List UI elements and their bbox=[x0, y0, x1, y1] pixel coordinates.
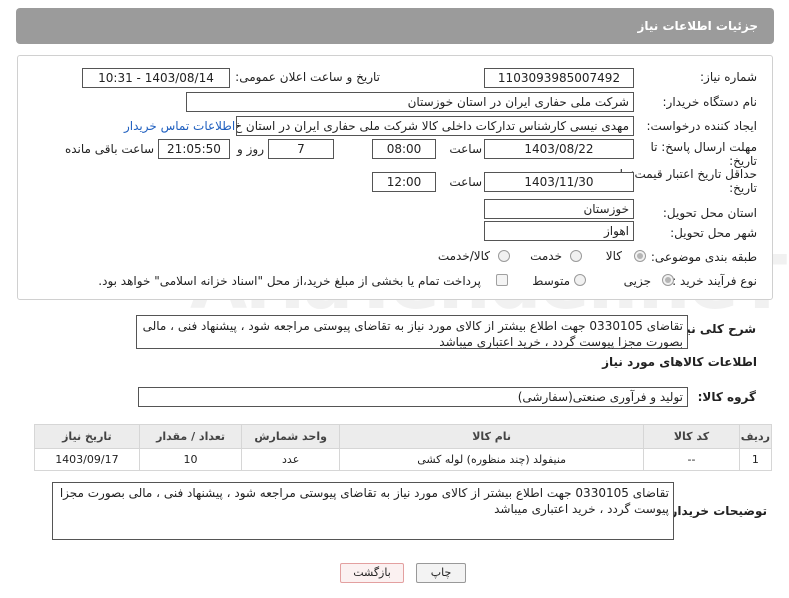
category-service-label: خدمت bbox=[530, 249, 562, 263]
delivery-province-label: استان محل تحویل: bbox=[662, 206, 757, 220]
category-both-radio[interactable] bbox=[498, 250, 510, 262]
goods-group-field: تولید و فرآوری صنعتی(سفارشی) bbox=[138, 387, 688, 407]
buyer-notes-label: توضیحات خریدار: bbox=[665, 504, 767, 518]
col-date: تاریخ نیاز bbox=[34, 424, 140, 449]
category-goods-radio[interactable] bbox=[634, 250, 646, 262]
category-both-label: کالا/خدمت bbox=[437, 249, 490, 263]
buyer-notes-text: تقاضای 0330105 جهت اطلاع بیشتر از کالای … bbox=[52, 482, 674, 540]
goods-group-label: گروه کالا: bbox=[697, 390, 756, 404]
page-header: جزئیات اطلاعات نیاز bbox=[16, 8, 774, 44]
requester-label: ایجاد کننده درخواست: bbox=[646, 119, 757, 133]
page-title: جزئیات اطلاعات نیاز bbox=[637, 19, 758, 33]
price-validity-date: 1403/11/30 bbox=[484, 172, 634, 192]
remaining-days: 7 bbox=[268, 139, 334, 159]
reply-time-label: ساعت bbox=[449, 142, 482, 156]
announce-datetime-label: تاریخ و ساعت اعلان عمومی: bbox=[235, 70, 380, 84]
need-number-field: 1103093985007492 bbox=[484, 68, 634, 88]
reply-deadline-date: 1403/08/22 bbox=[484, 139, 634, 159]
purchase-medium-label: متوسط bbox=[532, 274, 570, 288]
cell-unit: عدد bbox=[241, 448, 340, 471]
treasury-bond-checkbox[interactable] bbox=[496, 274, 508, 286]
delivery-province-field: خوزستان bbox=[484, 199, 634, 219]
purchase-minor-label: جزیی bbox=[623, 274, 651, 288]
announce-datetime-field: 1403/08/14 - 10:31 bbox=[82, 68, 230, 88]
days-label: روز و bbox=[237, 142, 264, 156]
treasury-bond-text: پرداخت تمام یا بخشی از مبلغ خرید،از محل … bbox=[98, 274, 481, 288]
requester-field: مهدی نیسی کارشناس تدارکات داخلی کالا شرک… bbox=[236, 116, 634, 136]
cell-qty: 10 bbox=[138, 448, 243, 471]
price-time-label: ساعت bbox=[449, 175, 482, 189]
purchase-type-label: نوع فرآیند خرید : bbox=[672, 274, 757, 288]
buyer-contact-link[interactable]: اطلاعات تماس خریدار bbox=[124, 119, 235, 133]
table-row: 1 -- منیفولد (چند منظوره) لوله کشی عدد 1… bbox=[34, 448, 773, 471]
goods-section-title: اطلاعات کالاهای مورد نیاز bbox=[602, 355, 757, 369]
cell-row: 1 bbox=[738, 448, 773, 471]
reply-deadline-label: مهلت ارسال پاسخ: تا bbox=[650, 140, 757, 154]
category-label: طبقه بندی موضوعی: bbox=[650, 250, 757, 264]
back-button[interactable]: بازگشت bbox=[340, 563, 404, 583]
col-name: نام کالا bbox=[338, 424, 645, 449]
reply-deadline-label-2: تاریخ: bbox=[729, 154, 757, 168]
need-number-label: شماره نیاز: bbox=[700, 70, 757, 84]
buyer-org-field: شرکت ملی حفاری ایران در استان خوزستان bbox=[186, 92, 634, 112]
description-text: تقاضای 0330105 جهت اطلاع بیشتر از کالای … bbox=[136, 315, 688, 349]
buyer-org-label: نام دستگاه خریدار: bbox=[662, 95, 758, 109]
col-code: کد کالا bbox=[643, 424, 740, 449]
cell-code: -- bbox=[643, 448, 740, 471]
delivery-city-field: اهواز bbox=[484, 221, 634, 241]
print-button[interactable]: چاپ bbox=[416, 563, 466, 583]
price-validity-label-2: تاریخ: bbox=[729, 181, 757, 195]
reply-deadline-time: 08:00 bbox=[372, 139, 436, 159]
cell-date: 1403/09/17 bbox=[34, 448, 140, 471]
remaining-label: ساعت باقی مانده bbox=[64, 142, 154, 156]
remaining-time: 21:05:50 bbox=[158, 139, 230, 159]
category-service-radio[interactable] bbox=[570, 250, 582, 262]
purchase-medium-radio[interactable] bbox=[574, 274, 586, 286]
goods-table: ردیف کد کالا نام کالا واحد شمارش تعداد /… bbox=[34, 424, 773, 471]
delivery-city-label: شهر محل تحویل: bbox=[670, 226, 757, 240]
col-row: ردیف bbox=[738, 424, 773, 449]
category-goods-label: کالا bbox=[605, 249, 622, 263]
purchase-minor-radio[interactable] bbox=[662, 274, 674, 286]
goods-table-header: ردیف کد کالا نام کالا واحد شمارش تعداد /… bbox=[34, 424, 773, 449]
col-unit: واحد شمارش bbox=[241, 424, 340, 449]
price-validity-label: حداقل تاریخ اعتبار قیمت: تا bbox=[619, 167, 757, 181]
col-qty: تعداد / مقدار bbox=[138, 424, 243, 449]
cell-name: منیفولد (چند منظوره) لوله کشی bbox=[338, 448, 645, 471]
price-validity-time: 12:00 bbox=[372, 172, 436, 192]
